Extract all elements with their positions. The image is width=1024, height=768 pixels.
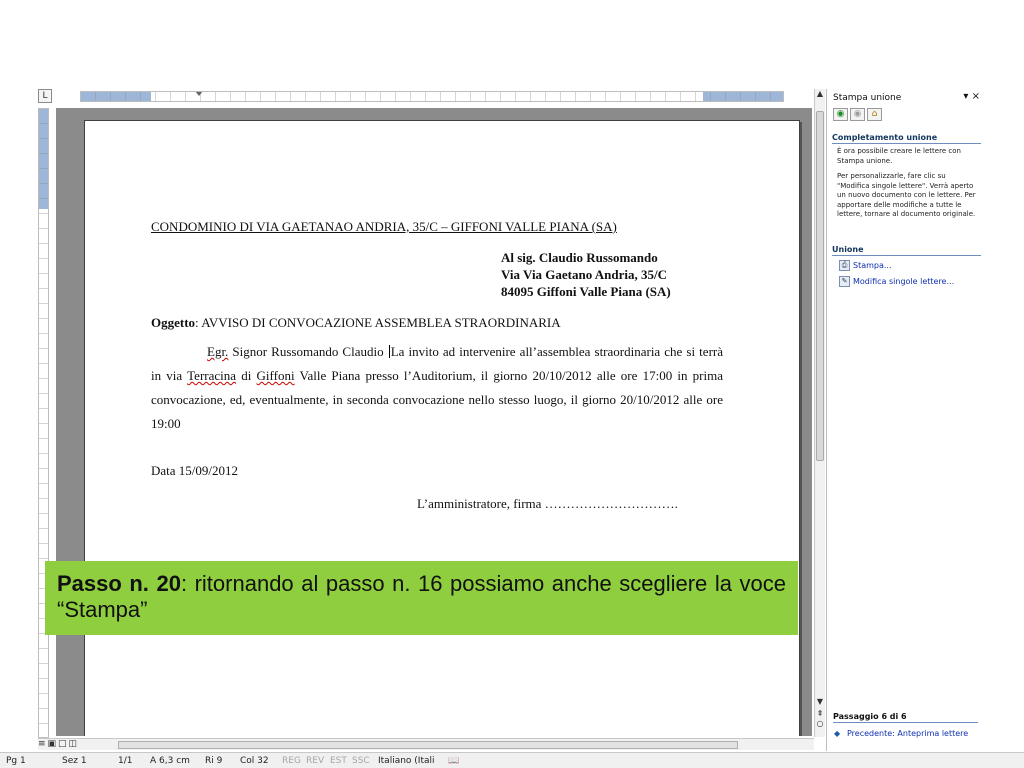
print-link[interactable]: ⎙ Stampa... xyxy=(839,260,892,271)
address-line-2: Via Via Gaetano Andria, 35/C xyxy=(501,267,668,282)
subject-line: Oggetto: AVVISO DI CONVOCAZIONE ASSEMBLE… xyxy=(151,315,561,331)
status-language[interactable]: Italiano (Itali xyxy=(378,756,435,766)
previous-step-label[interactable]: Precedente: Anteprima lettere xyxy=(847,729,968,738)
step-indicator: Passaggio 6 di 6 xyxy=(833,712,978,723)
spelling-status-icon[interactable]: 📖 xyxy=(448,756,459,766)
vertical-ruler[interactable] xyxy=(38,108,49,738)
body-paragraph: Egr. Signor Russomando Claudio La invito… xyxy=(151,340,723,436)
subject-text: : AVVISO DI CONVOCAZIONE ASSEMBLEA STRAO… xyxy=(195,315,561,330)
previous-step-link[interactable]: ◆ Precedente: Anteprima lettere xyxy=(834,729,968,738)
tab-selector[interactable]: L xyxy=(38,89,52,103)
document-area: CONDOMINIO DI VIA GAETANAO ANDRIA, 35/C … xyxy=(56,108,812,736)
status-est[interactable]: EST xyxy=(330,756,347,766)
vertical-scroll-thumb[interactable] xyxy=(816,111,824,461)
body-di: di xyxy=(236,368,257,383)
document-page[interactable]: CONDOMINIO DI VIA GAETANAO ANDRIA, 35/C … xyxy=(84,120,800,736)
body-egr: Egr. xyxy=(207,344,229,359)
ruler-ticks xyxy=(81,92,783,101)
status-row: Ri 9 xyxy=(205,756,223,766)
status-section: Sez 1 xyxy=(62,756,87,766)
back-icon[interactable]: ◉ xyxy=(833,108,848,121)
task-pane-controls[interactable]: ▾ × xyxy=(963,91,980,102)
scroll-down-arrow[interactable]: ▼ xyxy=(815,697,825,706)
signature-line: L’amministratore, firma …………………………. xyxy=(417,496,678,511)
status-position: A 6,3 cm xyxy=(150,756,190,766)
previous-page-icon[interactable]: ⇞ xyxy=(815,709,825,718)
view-buttons[interactable]: ≡▣□◫ xyxy=(38,739,79,749)
step-caption: Passo n. 20: ritornando al passo n. 16 p… xyxy=(45,561,798,635)
task-pane-nav: ◉ ◉ ⌂ xyxy=(833,108,882,121)
address-line-3: 84095 Giffoni Valle Piana (SA) xyxy=(501,284,671,299)
completion-text-2: Per personalizzarle, fare clic su "Modif… xyxy=(837,172,976,218)
status-rev[interactable]: REV xyxy=(306,756,324,766)
horizontal-scrollbar[interactable]: ≡▣□◫ xyxy=(38,738,814,750)
mail-merge-task-pane: Stampa unione ▾ × ◉ ◉ ⌂ Completamento un… xyxy=(826,89,986,751)
printer-icon: ⎙ xyxy=(839,260,850,271)
browse-object-icon[interactable]: ○ xyxy=(815,719,825,728)
status-page: Pg 1 xyxy=(6,756,26,766)
horizontal-scroll-thumb[interactable] xyxy=(118,741,738,749)
status-pages: 1/1 xyxy=(118,756,133,766)
vertical-scrollbar[interactable]: ▲ ▼ ⇞ ○ xyxy=(814,89,825,737)
text-cursor xyxy=(388,345,390,358)
first-line-indent-marker[interactable] xyxy=(195,92,203,96)
edit-letters-link[interactable]: ✎ Modifica singole lettere... xyxy=(839,276,954,287)
horizontal-ruler[interactable] xyxy=(80,91,784,102)
status-reg[interactable]: REG xyxy=(282,756,301,766)
body-name: Signor Russomando Claudio xyxy=(228,344,388,359)
letter-date: Data 15/09/2012 xyxy=(151,463,239,478)
edit-letters-label[interactable]: Modifica singole lettere... xyxy=(853,277,954,286)
section-merge-title: Unione xyxy=(832,245,981,256)
subject-label: Oggetto xyxy=(151,315,196,330)
caption-step-label: Passo n. 20 xyxy=(57,571,181,596)
task-pane-title: Stampa unione xyxy=(833,93,902,103)
section-completion-title: Completamento unione xyxy=(832,133,981,144)
status-ssc[interactable]: SSC xyxy=(352,756,370,766)
forward-icon[interactable]: ◉ xyxy=(850,108,865,121)
edit-letters-icon: ✎ xyxy=(839,276,850,287)
home-icon[interactable]: ⌂ xyxy=(867,108,882,121)
previous-arrow-icon: ◆ xyxy=(834,729,841,738)
status-bar: Pg 1 Sez 1 1/1 A 6,3 cm Ri 9 Col 32 REG … xyxy=(0,752,1024,768)
completion-text-1: È ora possibile creare le lettere con St… xyxy=(837,147,961,165)
print-link-label[interactable]: Stampa... xyxy=(853,261,892,270)
status-col: Col 32 xyxy=(240,756,269,766)
letter-header: CONDOMINIO DI VIA GAETANAO ANDRIA, 35/C … xyxy=(151,219,617,234)
body-giffoni: Giffoni xyxy=(256,368,295,383)
address-line-1: Al sig. Claudio Russomando xyxy=(501,250,658,265)
ruler-ticks-vertical xyxy=(39,109,48,737)
body-terracina: Terracina xyxy=(187,368,237,383)
scroll-up-arrow[interactable]: ▲ xyxy=(815,89,825,98)
